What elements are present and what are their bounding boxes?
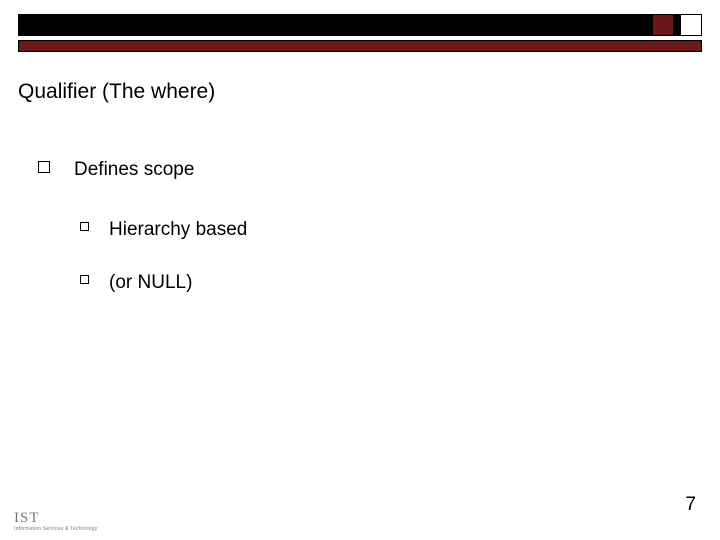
sub-bullets: Hierarchy based (or NULL) [80,215,247,298]
bullet-sub-text: (or NULL) [109,268,192,298]
banner-chip-maroon [652,14,674,36]
page-number: 7 [685,494,696,516]
bullet-sub-1: (or NULL) [80,268,247,298]
bullet-main: Defines scope [38,155,247,185]
bullet-sub-text: Hierarchy based [109,215,247,245]
bullet-icon [80,275,89,284]
bullet-main-text: Defines scope [74,155,194,185]
title-banner [18,14,702,54]
footer-logo: IST Information Services & Technology [14,512,98,533]
footer-logo-text: IST [14,512,98,526]
bullet-icon [38,161,50,173]
bullet-icon [80,222,89,231]
banner-bar-dark [18,14,702,36]
slide-content: Defines scope Hierarchy based (or NULL) [38,155,247,298]
bullet-sub-0: Hierarchy based [80,215,247,245]
footer-logo-sub: Information Services & Technology [14,526,98,532]
slide-title: Qualifier (The where) [18,80,215,104]
banner-chip-white [680,14,702,36]
banner-bar-maroon [18,40,702,52]
